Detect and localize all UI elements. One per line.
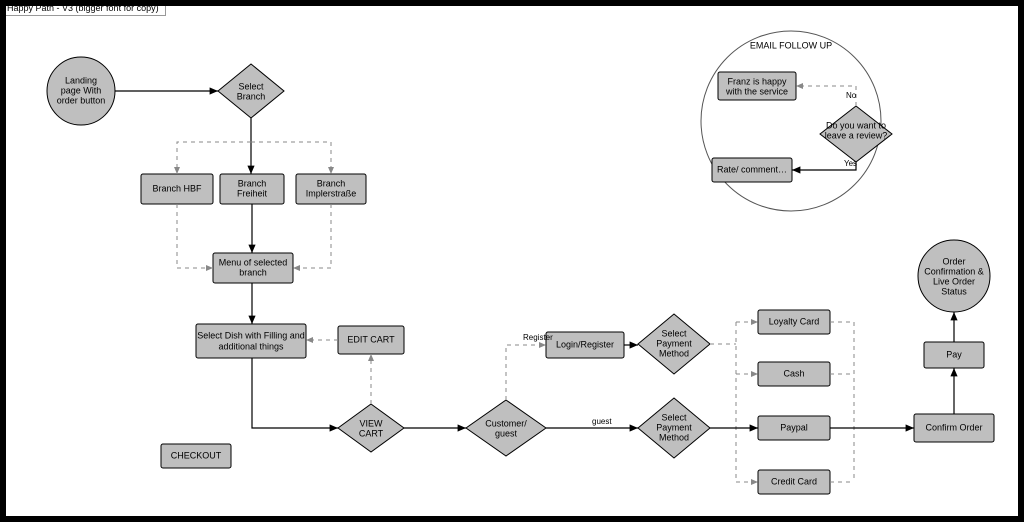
- node-branch-freiheit[interactable]: Branch Freiheit: [220, 174, 284, 204]
- node-edit-cart[interactable]: EDIT CART: [338, 326, 404, 354]
- svg-text:page With: page With: [61, 85, 102, 95]
- svg-text:Branch HBF: Branch HBF: [152, 183, 202, 193]
- node-login-register[interactable]: Login/Register: [546, 332, 624, 358]
- diagram-frame: Happy Path - V3 (bigger font for copy) L…: [0, 0, 1024, 522]
- edge-dish-viewcart: [252, 358, 338, 428]
- node-followup-rate[interactable]: Rate/ comment…: [712, 158, 792, 182]
- svg-text:Method: Method: [659, 432, 689, 442]
- svg-text:Paypal: Paypal: [780, 422, 808, 432]
- node-landing[interactable]: Landing page With order button: [47, 57, 115, 125]
- svg-text:order button: order button: [57, 95, 106, 105]
- svg-text:Payment: Payment: [656, 422, 692, 432]
- node-confirm-order[interactable]: Confirm Order: [914, 414, 994, 442]
- svg-text:Pay: Pay: [946, 349, 962, 359]
- svg-text:Branch: Branch: [238, 178, 267, 188]
- svg-text:Landing: Landing: [65, 75, 97, 85]
- svg-text:Menu of selected: Menu of selected: [219, 257, 288, 267]
- svg-text:Live Order: Live Order: [933, 276, 975, 286]
- svg-text:Branch: Branch: [237, 91, 266, 101]
- node-select-payment-bottom[interactable]: Select Payment Method: [638, 398, 710, 458]
- node-cash[interactable]: Cash: [758, 362, 830, 386]
- node-loyalty-card[interactable]: Loyalty Card: [758, 310, 830, 334]
- node-branch-hbf[interactable]: Branch HBF: [141, 174, 213, 204]
- node-pay[interactable]: Pay: [924, 342, 984, 368]
- svg-text:Payment: Payment: [656, 338, 692, 348]
- svg-text:Select: Select: [238, 81, 264, 91]
- followup-title: EMAIL FOLLOW UP: [750, 40, 832, 50]
- svg-text:branch: branch: [239, 267, 267, 277]
- svg-text:additional things: additional things: [218, 341, 284, 351]
- node-followup-happy[interactable]: Franz is happy with the service: [718, 72, 796, 100]
- svg-text:VIEW: VIEW: [359, 418, 383, 428]
- svg-text:Implerstraße: Implerstraße: [306, 188, 357, 198]
- svg-text:Customer/: Customer/: [485, 418, 527, 428]
- edge-impler-menu: [293, 204, 331, 268]
- svg-text:Order: Order: [942, 256, 965, 266]
- svg-text:Credit Card: Credit Card: [771, 476, 817, 486]
- node-menu[interactable]: Menu of selected branch: [213, 253, 293, 283]
- svg-text:Freiheit: Freiheit: [237, 188, 268, 198]
- svg-text:Loyalty Card: Loyalty Card: [769, 316, 820, 326]
- svg-text:EDIT CART: EDIT CART: [347, 334, 395, 344]
- svg-text:leave a review?: leave a review?: [825, 130, 888, 140]
- node-select-payment-top[interactable]: Select Payment Method: [638, 314, 710, 374]
- canvas-tab[interactable]: Happy Path - V3 (bigger font for copy): [0, 0, 166, 16]
- svg-text:Cash: Cash: [783, 368, 804, 378]
- node-credit-card[interactable]: Credit Card: [758, 470, 830, 494]
- svg-text:Franz is happy: Franz is happy: [727, 76, 787, 86]
- node-branch-impler[interactable]: Branch Implerstraße: [296, 174, 366, 204]
- node-paypal[interactable]: Paypal: [758, 416, 830, 440]
- svg-text:Rate/ comment…: Rate/ comment…: [717, 164, 787, 174]
- svg-text:CHECKOUT: CHECKOUT: [171, 450, 222, 460]
- svg-text:Status: Status: [941, 286, 967, 296]
- node-order-confirmation[interactable]: Order Confirmation & Live Order Status: [918, 240, 990, 312]
- svg-text:Branch: Branch: [317, 178, 346, 188]
- node-view-cart[interactable]: VIEW CART: [338, 404, 404, 452]
- label-yes: Yes: [844, 159, 857, 168]
- node-select-branch[interactable]: Select Branch: [218, 64, 284, 118]
- edge-hbf-menu: [177, 204, 213, 268]
- node-customer-guest[interactable]: Customer/ guest: [466, 400, 546, 456]
- svg-text:Login/Register: Login/Register: [556, 339, 614, 349]
- svg-text:with the service: with the service: [725, 86, 788, 96]
- svg-text:Select: Select: [661, 412, 687, 422]
- svg-text:Select Dish with Filling and: Select Dish with Filling and: [197, 330, 305, 340]
- edge-select-impler: [251, 142, 331, 174]
- edge-select-hbf: [177, 142, 251, 174]
- svg-text:Select: Select: [661, 328, 687, 338]
- svg-text:Do you want to: Do you want to: [826, 120, 886, 130]
- edge-customer-login: [506, 345, 546, 400]
- node-checkout[interactable]: CHECKOUT: [161, 444, 231, 468]
- svg-text:Confirmation &: Confirmation &: [924, 266, 984, 276]
- svg-text:CART: CART: [359, 428, 384, 438]
- label-register: Register: [523, 333, 553, 342]
- node-select-dish[interactable]: Select Dish with Filling and additional …: [196, 324, 306, 358]
- svg-text:guest: guest: [495, 428, 518, 438]
- label-no: No: [846, 91, 857, 100]
- flow-canvas: Landing page With order button Select Br…: [6, 6, 1018, 516]
- label-guest: guest: [592, 417, 612, 426]
- svg-text:Confirm Order: Confirm Order: [925, 422, 982, 432]
- svg-text:Method: Method: [659, 348, 689, 358]
